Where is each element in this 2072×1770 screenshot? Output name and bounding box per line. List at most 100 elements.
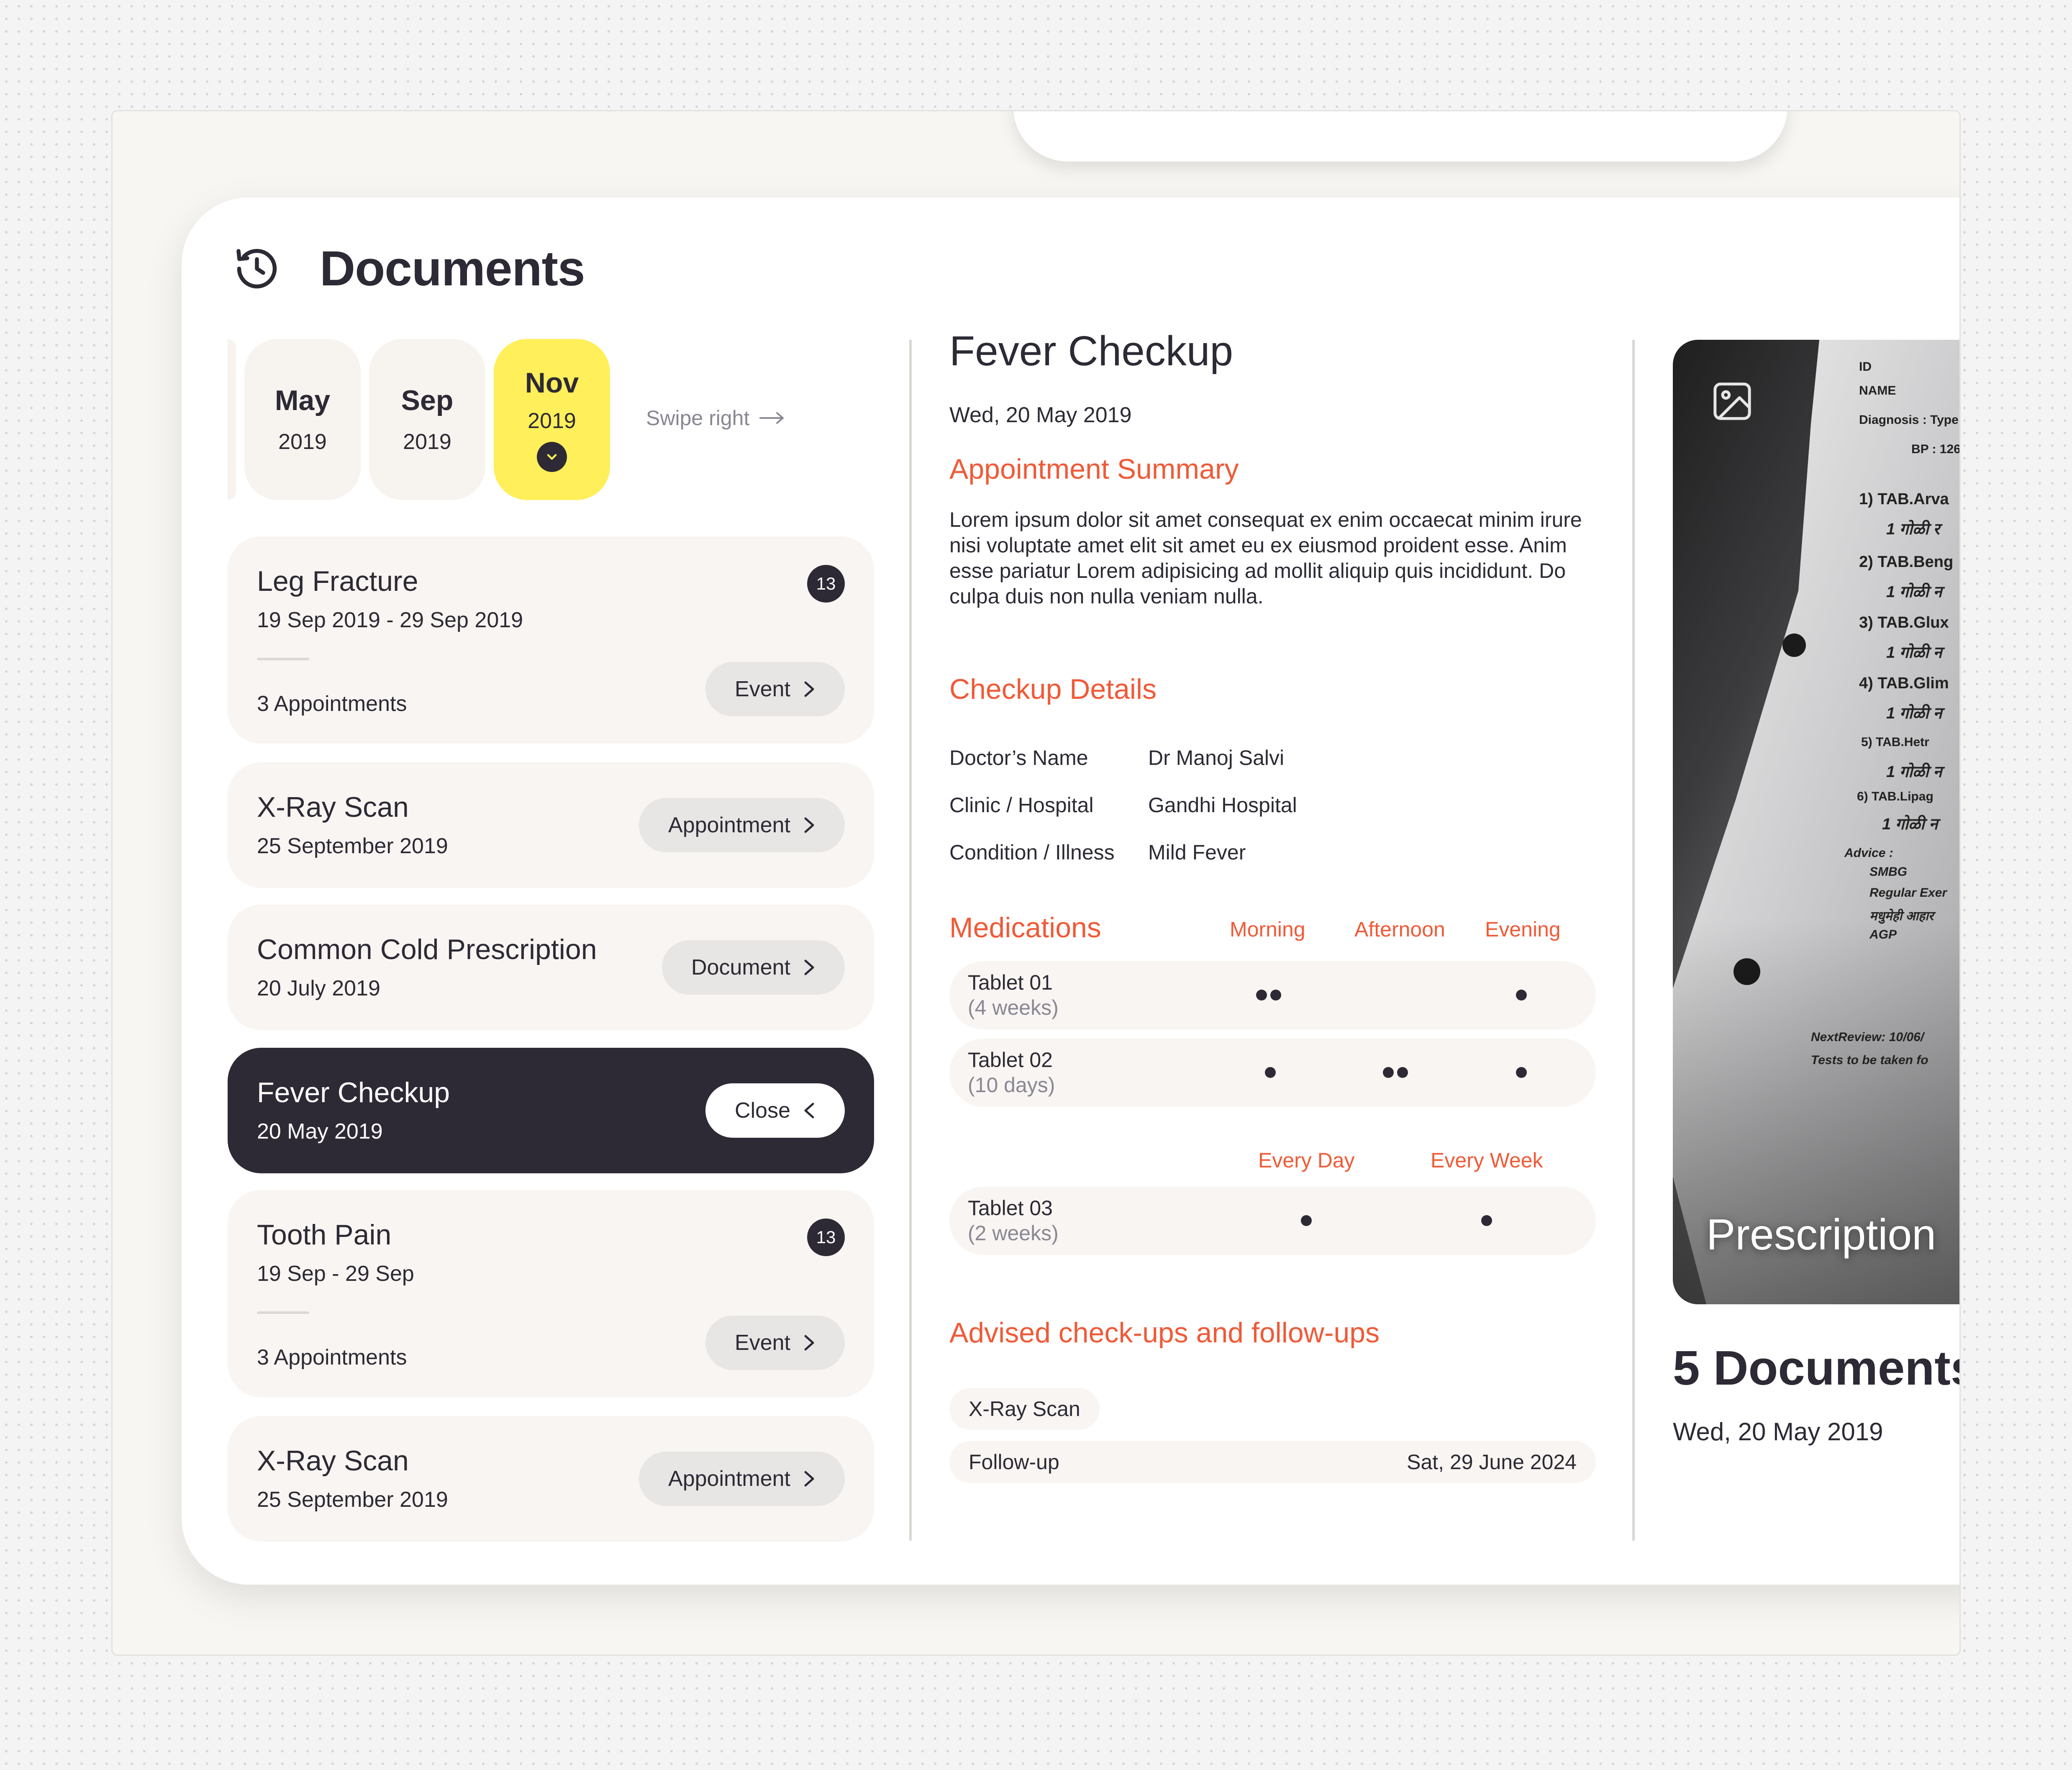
followup-chip-xray[interactable]: X-Ray Scan <box>949 1388 1100 1430</box>
item-title: Common Cold Prescription <box>257 934 597 965</box>
month-item-nov[interactable]: Nov 2019 <box>494 339 610 500</box>
count-badge: 13 <box>807 1218 845 1256</box>
medication-row[interactable]: Tablet 01 (4 weeks) <box>949 961 1596 1029</box>
column-afternoon: Afternoon <box>1354 918 1445 941</box>
month-year: 2019 <box>528 409 576 433</box>
medication-duration: (4 weeks) <box>968 996 1059 1019</box>
item-title: X-Ray Scan <box>257 791 409 823</box>
column-every-week: Every Week <box>1431 1149 1543 1172</box>
month-name: May <box>274 385 331 416</box>
list-item[interactable]: Common Cold Prescription 20 July 2019 Do… <box>228 905 874 1030</box>
item-date: 20 May 2019 <box>257 1119 383 1144</box>
item-date: 25 September 2019 <box>257 1488 448 1512</box>
divider <box>257 1311 309 1314</box>
swipe-hint: Swipe right <box>646 406 785 430</box>
dose-dot <box>1481 1215 1492 1226</box>
paper-text: Regular Exer <box>1869 886 1947 900</box>
month-name: Nov <box>525 367 579 399</box>
appointments-count: 3 Appointments <box>257 692 407 716</box>
prescription-preview[interactable]: ID NAME Diagnosis : Type BP : 126 1) TAB… <box>1673 340 1961 1304</box>
chevron-right-icon <box>804 959 814 975</box>
list-item[interactable]: X-Ray Scan 25 September 2019 Appointment <box>228 762 874 888</box>
medication-row[interactable]: Tablet 03 (2 weeks) <box>949 1187 1596 1255</box>
month-name: Sep <box>401 385 454 416</box>
header: Documents <box>232 241 585 296</box>
followup-label: X-Ray Scan <box>969 1397 1080 1421</box>
medication-duration: (10 days) <box>968 1073 1055 1097</box>
medication-row[interactable]: Tablet 02 (10 days) <box>949 1039 1596 1107</box>
image-icon[interactable] <box>1710 380 1754 423</box>
list-item[interactable]: X-Ray Scan 25 September 2019 Appointment <box>228 1416 874 1542</box>
checkup-value: Gandhi Hospital <box>1148 793 1297 817</box>
detail-title: Fever Checkup <box>949 328 1233 375</box>
chevron-right-icon <box>804 817 814 833</box>
appointment-button[interactable]: Appointment <box>639 798 845 852</box>
section-heading-summary: Appointment Summary <box>949 453 1239 485</box>
medication-name: Tablet 01 <box>968 971 1053 994</box>
app-frame: Documents May 2019 Sep 2019 Nov 2019 Swi… <box>111 110 1961 1656</box>
column-divider <box>1632 340 1635 1541</box>
appointment-button[interactable]: Appointment <box>639 1452 845 1506</box>
column-morning: Morning <box>1230 918 1305 941</box>
month-item-sep[interactable]: Sep 2019 <box>369 339 485 500</box>
dose-dot <box>1270 990 1281 1000</box>
checkup-value: Dr Manoj Salvi <box>1148 746 1285 770</box>
month-item-prev-edge[interactable] <box>228 339 236 500</box>
dose-dot <box>1301 1215 1312 1226</box>
paper-text: 5) TAB.Hetr <box>1861 735 1929 749</box>
paper-text: 1 गोळी र <box>1886 521 1940 538</box>
summary-text: Lorem ipsum dolor sit amet consequat ex … <box>949 508 1582 608</box>
section-heading-medications: Medications <box>949 912 1101 944</box>
column-divider <box>909 340 912 1541</box>
medication-name: Tablet 02 <box>968 1048 1053 1072</box>
month-year: 2019 <box>403 430 451 454</box>
paper-text: Tests to be taken fo <box>1811 1053 1928 1067</box>
event-button[interactable]: Event <box>705 1316 845 1370</box>
documents-date: Wed, 20 May 2019 <box>1673 1418 1883 1446</box>
count-badge: 13 <box>807 565 845 603</box>
followup-chip-followup[interactable]: Follow-up Sat, 29 June 2024 <box>949 1441 1596 1483</box>
dose-dot <box>1516 1067 1527 1078</box>
paper-text: BP : 126 <box>1911 442 1961 456</box>
history-icon[interactable] <box>232 244 282 294</box>
dose-dot <box>1265 1067 1276 1078</box>
swipe-label: Swipe right <box>646 406 750 430</box>
medication-name: Tablet 03 <box>968 1196 1053 1220</box>
checkup-key: Condition / Illness <box>949 841 1115 864</box>
arrow-right-icon <box>759 412 784 424</box>
item-title: Tooth Pain <box>257 1219 392 1251</box>
item-title: Leg Fracture <box>257 565 418 597</box>
paper-text: ID <box>1859 360 1872 374</box>
paper-text: 1) TAB.Arva <box>1859 490 1949 508</box>
list-item-selected[interactable]: Fever Checkup 20 May 2019 Close <box>228 1048 874 1173</box>
paper-text: 1 गोळी न <box>1886 763 1942 781</box>
followup-date: Sat, 29 June 2024 <box>1407 1450 1577 1474</box>
dose-dot <box>1397 1067 1408 1078</box>
chevron-right-icon <box>804 681 814 697</box>
checkup-key: Clinic / Hospital <box>949 793 1094 817</box>
checkup-key: Doctor’s Name <box>949 746 1088 770</box>
paper-text: AGP <box>1869 928 1897 941</box>
column-evening: Evening <box>1485 918 1561 941</box>
detail-date: Wed, 20 May 2019 <box>949 403 1132 427</box>
item-title: Fever Checkup <box>257 1077 450 1108</box>
paper-text: NextReview: 10/06/ <box>1811 1030 1924 1044</box>
paper-text: 3) TAB.Glux <box>1859 614 1949 631</box>
chevron-down-icon[interactable] <box>537 442 567 472</box>
paper-text: 1 गोळी न <box>1886 705 1942 722</box>
page-title: Documents <box>320 241 585 296</box>
column-every-day: Every Day <box>1258 1149 1355 1172</box>
top-tab-bar <box>1013 111 1787 162</box>
item-date: 25 September 2019 <box>257 834 448 858</box>
month-selector[interactable]: May 2019 Sep 2019 Nov 2019 Swipe right <box>228 339 855 500</box>
event-button[interactable]: Event <box>705 662 845 716</box>
divider <box>257 658 309 660</box>
list-item[interactable]: Leg Fracture 19 Sep 2019 - 29 Sep 2019 1… <box>228 536 874 744</box>
month-item-may[interactable]: May 2019 <box>244 339 361 500</box>
paper-text: मधुमेही आहार <box>1869 909 1934 923</box>
paper-text: 4) TAB.Glim <box>1859 675 1949 692</box>
button-label: Document <box>691 955 790 980</box>
document-button[interactable]: Document <box>662 940 845 995</box>
list-item[interactable]: Tooth Pain 19 Sep - 29 Sep 13 3 Appointm… <box>228 1190 874 1397</box>
close-button[interactable]: Close <box>705 1083 845 1138</box>
